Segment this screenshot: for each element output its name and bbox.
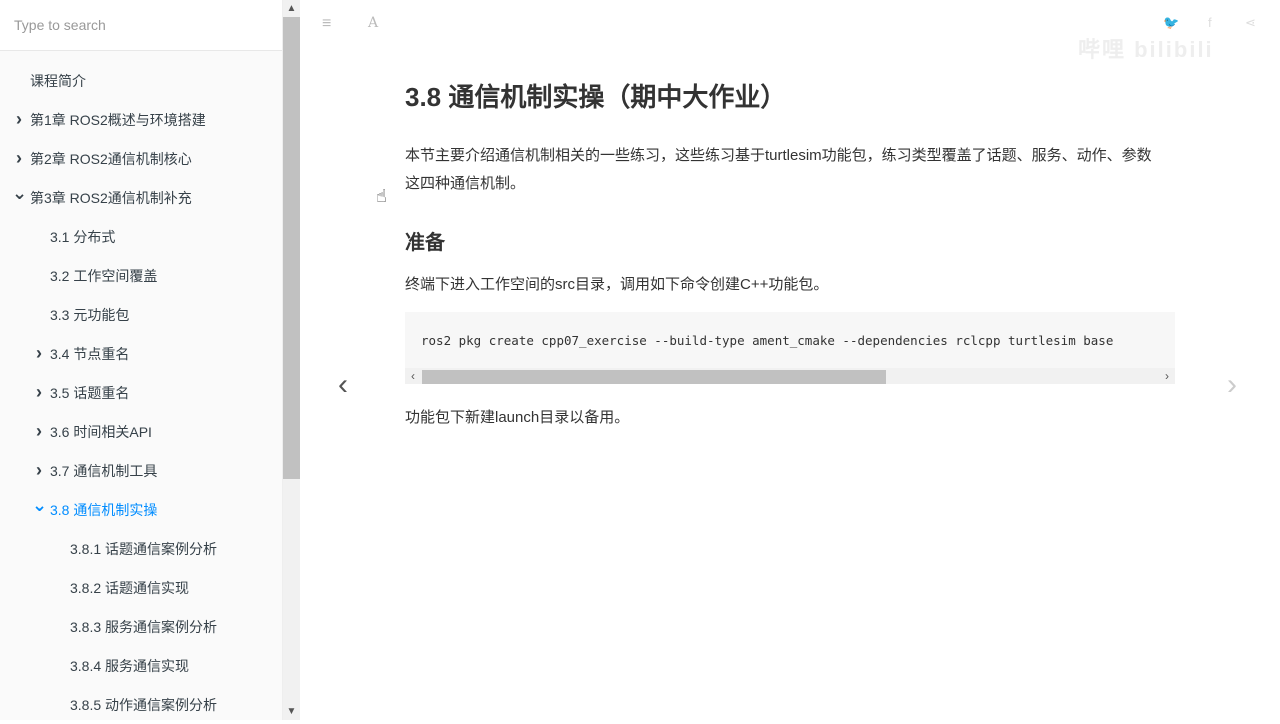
- intro-paragraph: 本节主要介绍通信机制相关的一些练习，这些练习基于turtlesim功能包，练习类…: [405, 147, 1152, 192]
- toc-item-label: 第2章 ROS2通信机制核心: [30, 150, 192, 167]
- chevron-right-icon[interactable]: ›: [32, 343, 46, 364]
- chevron-down-icon[interactable]: ⌄: [12, 183, 27, 204]
- toc-item[interactable]: 课程简介: [0, 61, 282, 100]
- section-heading: 准备: [405, 232, 445, 254]
- toc-item[interactable]: › 3.6 时间相关API: [0, 412, 282, 451]
- code-text: ros2 pkg create cpp07_exercise --build-t…: [421, 333, 1114, 348]
- toc-item-label: 课程简介: [30, 72, 86, 89]
- scroll-left-icon[interactable]: ‹: [405, 368, 421, 384]
- share-icon[interactable]: ⋖: [1245, 15, 1256, 31]
- toc-item-label: 3.2 工作空间覆盖: [50, 267, 158, 284]
- scroll-right-icon[interactable]: ›: [1159, 368, 1175, 384]
- toc-item[interactable]: 3.8.3 服务通信案例分析: [0, 607, 282, 646]
- toc-item[interactable]: 3.8.1 话题通信案例分析: [0, 529, 282, 568]
- chevron-right-icon[interactable]: ›: [12, 109, 26, 130]
- toc-item[interactable]: ⌄ 3.8 通信机制实操: [0, 490, 282, 529]
- toc-item-label: 3.6 时间相关API: [50, 423, 152, 440]
- prep-paragraph: 终端下进入工作空间的src目录，调用如下命令创建C++功能包。: [405, 276, 829, 293]
- toc-item-label: 3.3 元功能包: [50, 306, 130, 323]
- toc-item-label: 3.7 通信机制工具: [50, 462, 158, 479]
- chevron-right-icon[interactable]: ›: [32, 382, 46, 403]
- toc-item-label: 3.8.4 服务通信实现: [70, 657, 190, 674]
- toc-item[interactable]: ⌄ 第3章 ROS2通信机制补充: [0, 178, 282, 217]
- toc-item[interactable]: 3.1 分布式: [0, 217, 282, 256]
- sidebar-scrollbar[interactable]: ▲ ▼: [283, 0, 300, 720]
- toc-item[interactable]: › 3.7 通信机制工具: [0, 451, 282, 490]
- chevron-right-icon[interactable]: ›: [12, 148, 26, 169]
- toc-item[interactable]: 3.3 元功能包: [0, 295, 282, 334]
- toc-item-label: 3.8.3 服务通信案例分析: [70, 618, 218, 635]
- toc-item[interactable]: 3.2 工作空间覆盖: [0, 256, 282, 295]
- twitter-icon[interactable]: 🐦: [1163, 15, 1179, 31]
- facebook-icon[interactable]: f: [1208, 15, 1212, 30]
- code-block: ros2 pkg create cpp07_exercise --build-t…: [405, 312, 1175, 384]
- toc-item[interactable]: › 3.4 节点重名: [0, 334, 282, 373]
- page-title: 3.8 通信机制实操（期中大作业）: [405, 82, 787, 112]
- next-page-icon[interactable]: ›: [1227, 368, 1237, 402]
- toc-item-label: 3.8.2 话题通信实现: [70, 579, 190, 596]
- toc-item[interactable]: › 第2章 ROS2通信机制核心: [0, 139, 282, 178]
- toc-item-label: 第1章 ROS2概述与环境搭建: [30, 111, 206, 128]
- chevron-right-icon[interactable]: ›: [32, 421, 46, 442]
- toc-item-label: 3.8.1 话题通信案例分析: [70, 540, 218, 557]
- chevron-down-icon[interactable]: ⌄: [32, 495, 47, 516]
- toc-item-label: 3.8.5 动作通信案例分析: [70, 696, 218, 713]
- toc-item[interactable]: 3.8.4 服务通信实现: [0, 646, 282, 685]
- toc-item-label: 3.8 通信机制实操: [50, 501, 158, 518]
- search-input[interactable]: Type to search: [0, 0, 282, 51]
- bilibili-watermark: 哔哩 bilibili: [1078, 37, 1214, 62]
- scrollbar-thumb[interactable]: [283, 17, 300, 479]
- toc-nav: 课程简介 › 第1章 ROS2概述与环境搭建 › 第2章 ROS2通信机制核心 ⌄ 第3章 …: [0, 51, 282, 724]
- scroll-up-icon[interactable]: ▲: [283, 0, 300, 17]
- font-settings-icon[interactable]: A: [368, 15, 378, 31]
- scroll-down-icon[interactable]: ▼: [283, 703, 300, 720]
- toc-item-label: 3.4 节点重名: [50, 345, 130, 362]
- toc-item[interactable]: 3.8.5 动作通信案例分析: [0, 685, 282, 724]
- hand-cursor-icon: ☝: [376, 186, 387, 206]
- chevron-right-icon[interactable]: ›: [32, 460, 46, 481]
- previous-page-icon[interactable]: ‹: [338, 368, 348, 402]
- toc-item[interactable]: › 3.5 话题重名: [0, 373, 282, 412]
- toggle-sidebar-icon[interactable]: ≡: [322, 15, 331, 33]
- toc-item[interactable]: 3.8.2 话题通信实现: [0, 568, 282, 607]
- toc-item[interactable]: › 第1章 ROS2概述与环境搭建: [0, 100, 282, 139]
- after-code-paragraph: 功能包下新建launch目录以备用。: [405, 409, 630, 426]
- toc-item-label: 3.5 话题重名: [50, 384, 130, 401]
- sidebar: Type to search 课程简介 › 第1章 ROS2概述与环境搭建 › 第2章 …: [0, 0, 283, 720]
- code-scrollbar[interactable]: ‹ ›: [405, 368, 1175, 384]
- toc-item-label: 3.1 分布式: [50, 228, 116, 245]
- code-scrollbar-thumb[interactable]: [422, 370, 886, 384]
- toc-item-label: 第3章 ROS2通信机制补充: [30, 189, 192, 206]
